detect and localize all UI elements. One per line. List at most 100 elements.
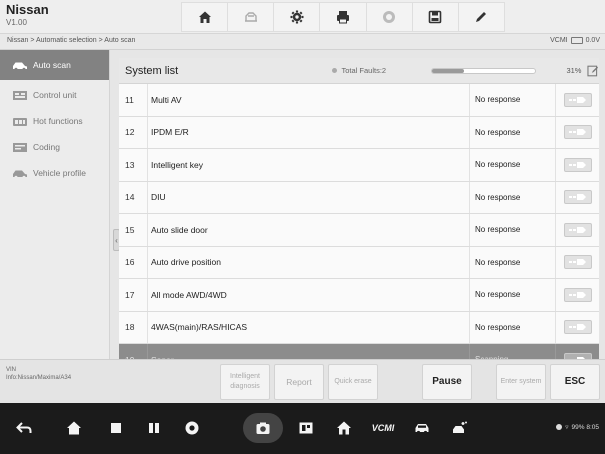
sidebar-item-hot-functions[interactable]: Hot functions: [0, 108, 109, 134]
go-button[interactable]: [563, 320, 592, 335]
system-row[interactable]: 12 IPDM E/R No response: [119, 116, 599, 149]
settings-button[interactable]: [274, 2, 321, 32]
top-toolbar: [181, 2, 505, 32]
enter-system-button[interactable]: Enter system: [496, 364, 546, 400]
sidebar-item-label: Vehicle profile: [33, 168, 86, 178]
arrow-right-icon: [568, 324, 586, 331]
system-status: No response: [469, 149, 555, 181]
system-row[interactable]: 18 4WAS(main)/RAS/HICAS No response: [119, 311, 599, 344]
go-button[interactable]: [563, 125, 592, 140]
vehicle-swap-button[interactable]: [228, 2, 275, 32]
report-edit-icon[interactable]: [587, 65, 599, 77]
sidebar-item-label: Control unit: [33, 90, 77, 100]
system-nav-bar: VCMI ▿ 99% 8:05: [0, 403, 605, 454]
arrow-right-icon: [568, 96, 586, 103]
sidebar-item-auto-scan[interactable]: Auto scan: [0, 50, 109, 80]
edit-button[interactable]: [458, 2, 505, 32]
system-row[interactable]: 14 DIU No response: [119, 181, 599, 214]
screenshot-button[interactable]: [251, 417, 275, 439]
go-button[interactable]: [563, 92, 592, 107]
vehicle-swap-icon: [244, 12, 257, 22]
software-version: V1.00: [6, 18, 27, 27]
arrow-right-icon: [568, 129, 586, 136]
go-button[interactable]: [563, 287, 592, 302]
system-name: Auto slide door: [147, 214, 469, 246]
vehicle-profile-icon: [13, 170, 27, 179]
sidebar-item-control-unit[interactable]: Control unit: [0, 82, 109, 108]
sidebar-item-label: Auto scan: [33, 60, 71, 70]
go-button[interactable]: [563, 157, 592, 172]
system-rows: 11 Multi AV No response 12 IPDM E/R No respon…: [119, 84, 599, 377]
back-button[interactable]: [12, 417, 36, 439]
home-button[interactable]: [181, 2, 229, 32]
voltage-indicator: VCMI 0.0V: [550, 37, 600, 44]
system-go-cell: [555, 84, 599, 116]
vehicle-scan-button[interactable]: [448, 417, 472, 439]
control-unit-icon: [13, 90, 27, 100]
arrow-right-icon: [568, 291, 586, 298]
list-title: System list: [125, 64, 179, 77]
system-number: 11: [125, 94, 134, 105]
maxisys-home-button[interactable]: [332, 417, 356, 439]
system-number: 18: [125, 322, 135, 333]
car-icon: [415, 424, 429, 435]
vcmi-label: VCMI: [550, 37, 568, 44]
system-go-cell: [555, 181, 599, 213]
go-button[interactable]: [563, 255, 592, 270]
total-faults-label: Total Faults:2: [341, 66, 387, 75]
system-number: 14: [125, 192, 135, 203]
system-number: 17: [125, 289, 135, 300]
intelligent-diagnosis-button[interactable]: Intelligent diagnosis: [220, 364, 270, 400]
system-row[interactable]: 17 All mode AWD/4WD No response: [119, 279, 599, 312]
save-icon: [428, 10, 442, 24]
sidebar-item-vehicle-profile[interactable]: Vehicle profile: [0, 160, 109, 186]
home-icon: [67, 421, 81, 435]
system-row[interactable]: 13 Intelligent key No response: [119, 149, 599, 182]
pause-button[interactable]: Pause: [422, 364, 472, 400]
report-button[interactable]: Report: [274, 364, 324, 400]
car-scan-icon: [13, 62, 27, 71]
system-go-cell: [555, 149, 599, 181]
split-screen-button[interactable]: [142, 417, 166, 439]
system-status: No response: [469, 279, 555, 311]
go-button[interactable]: [563, 190, 592, 205]
help-button[interactable]: [366, 2, 413, 32]
recent-apps-button[interactable]: [104, 417, 128, 439]
esc-button[interactable]: ESC: [550, 364, 600, 400]
system-go-cell: [555, 279, 599, 311]
system-go-cell: [555, 246, 599, 278]
save-button[interactable]: [412, 2, 459, 32]
sidebar-item-coding[interactable]: Coding: [0, 134, 109, 160]
location-icon: [556, 424, 563, 430]
print-icon: [336, 11, 349, 24]
edit-pen-icon: [476, 12, 487, 22]
browser-button[interactable]: [180, 417, 204, 439]
vcmi-button[interactable]: VCMI: [364, 417, 402, 439]
print-button[interactable]: [320, 2, 367, 32]
system-row[interactable]: 11 Multi AV No response: [119, 84, 599, 117]
status-tray: ▿ 99% 8:05: [556, 423, 599, 431]
screen-record-button[interactable]: [294, 417, 318, 439]
home-icon: [198, 11, 211, 23]
system-status: No response: [469, 84, 555, 116]
vehicle-link-button[interactable]: [410, 417, 434, 439]
quick-erase-button[interactable]: Quick erase: [328, 364, 378, 400]
settings-gear-icon: [290, 10, 304, 24]
system-row[interactable]: 16 Auto drive position No response: [119, 246, 599, 279]
vehicle-brand: Nissan V1.00: [6, 2, 49, 28]
go-button[interactable]: [563, 222, 592, 237]
system-name: Intelligent key: [147, 149, 469, 181]
system-row[interactable]: 15 Auto slide door No response: [119, 214, 599, 247]
fault-dot-icon: [332, 68, 338, 73]
scan-progress-fill: [431, 68, 464, 73]
home-icon: [337, 421, 351, 435]
system-go-cell: [555, 116, 599, 148]
home-nav-button[interactable]: [62, 417, 86, 439]
system-go-cell: [555, 214, 599, 246]
system-number: 12: [125, 127, 135, 138]
sidebar-item-label: Hot functions: [33, 116, 83, 126]
camera-icon: [256, 422, 270, 434]
arrow-right-icon: [568, 194, 586, 201]
vehicle-info-value: Info:Nissan/Maxima/A34: [6, 375, 72, 381]
coding-icon: [13, 142, 27, 152]
